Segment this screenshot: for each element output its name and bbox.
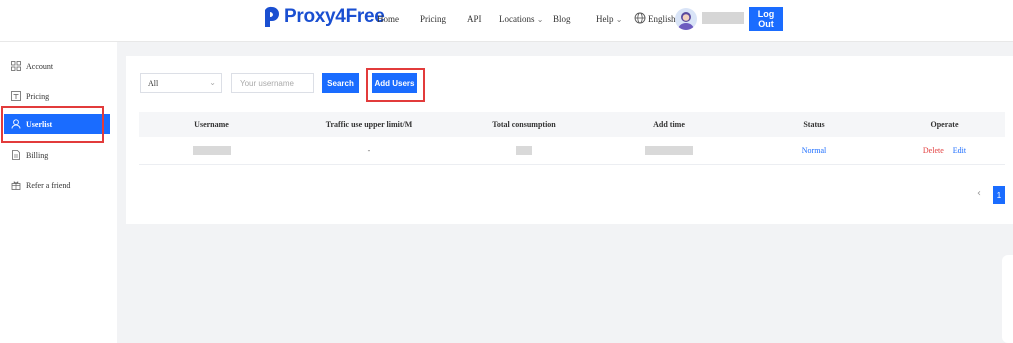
highlight-frame-add-users [366, 68, 425, 102]
filter-select[interactable]: All ⌄ [140, 73, 222, 93]
brand-logo[interactable]: Proxy4Free [262, 6, 385, 28]
column-header-status: Status [803, 120, 825, 129]
nav-api[interactable]: API [467, 14, 482, 24]
nav-help-label: Help [596, 14, 614, 24]
sidebar-item-pricing[interactable]: Pricing [0, 86, 117, 106]
gift-icon [11, 181, 21, 190]
filter-select-value: All [148, 78, 159, 88]
column-header-traffic-limit: Traffic use upper limit/M [325, 120, 413, 129]
username-redacted [702, 12, 744, 24]
sidebar-item-account[interactable]: Account [0, 56, 117, 76]
column-header-total-consumption: Total consumption [492, 120, 556, 129]
globe-icon [634, 12, 646, 24]
sidebar-item-billing[interactable]: Billing [0, 145, 117, 165]
status-badge: Normal [801, 146, 827, 155]
cell-traffic-limit: - [367, 146, 371, 155]
chevron-down-icon: ⌄ [615, 15, 623, 24]
nav-pricing[interactable]: Pricing [420, 14, 446, 24]
sidebar-item-refer-a-friend[interactable]: Refer a friend [0, 175, 117, 195]
sidebar-item-label: Refer a friend [26, 180, 71, 190]
nav-blog[interactable]: Blog [553, 14, 571, 24]
highlight-frame-userlist [1, 106, 104, 143]
nav-help[interactable]: Help ⌄ [596, 14, 622, 24]
delete-link[interactable]: Delete [923, 146, 944, 155]
nav-locations-label: Locations [499, 14, 535, 24]
cell-operate: Delete Edit [884, 137, 1005, 164]
pagination-current-page[interactable]: 1 [993, 186, 1005, 204]
search-button[interactable]: Search [322, 73, 359, 93]
sidebar-item-label: Billing [26, 150, 49, 160]
cell-username [139, 137, 284, 164]
cell-add-time [594, 137, 744, 164]
sidebar-item-label: Pricing [26, 91, 50, 101]
pagination-prev-icon[interactable]: ‹ [977, 188, 981, 199]
column-header-add-time: Add time [653, 120, 685, 129]
billing-icon [12, 150, 20, 160]
brand-name: Proxy4Free [284, 6, 385, 27]
table-header: Username Traffic use upper limit/M Total… [139, 112, 1005, 137]
edit-link[interactable]: Edit [953, 146, 966, 155]
language-label: English [648, 14, 676, 24]
logout-button[interactable]: Log Out [749, 7, 783, 31]
column-header-operate: Operate [930, 120, 959, 129]
chevron-down-icon: ⌄ [536, 15, 544, 24]
table-row: - Normal Delete Edit [139, 137, 1005, 165]
sidebar: Account Pricing Userlist Billing Refer a… [0, 42, 117, 343]
chevron-down-icon: ⌄ [209, 78, 216, 87]
top-navigation-bar: Proxy4Free Home Pricing API Locations ⌄ … [0, 0, 1013, 42]
username-redacted [192, 146, 231, 155]
username-search-input[interactable] [231, 73, 314, 93]
pricing-icon [11, 91, 21, 101]
column-header-username: Username [194, 120, 229, 129]
account-icon [11, 61, 21, 71]
logo-mark-icon [265, 6, 279, 28]
floating-edge-widget [1002, 255, 1013, 343]
user-avatar[interactable] [675, 8, 697, 30]
add-time-redacted [645, 146, 693, 155]
cell-total-consumption [454, 137, 594, 164]
consumption-redacted [516, 146, 532, 155]
nav-locations[interactable]: Locations ⌄ [499, 14, 543, 24]
sidebar-item-label: Account [26, 61, 54, 71]
avatar-person-icon [678, 12, 694, 30]
nav-home[interactable]: Home [377, 14, 399, 24]
